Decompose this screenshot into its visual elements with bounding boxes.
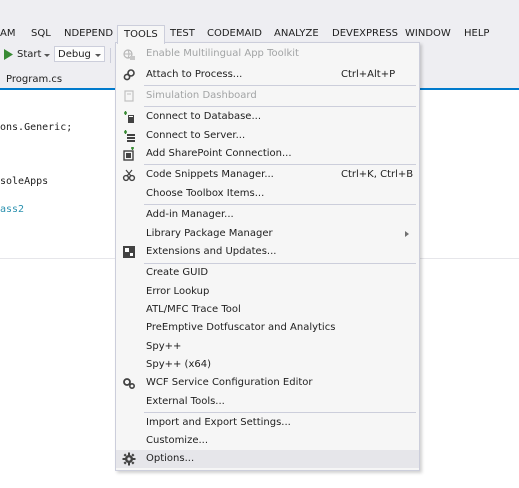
menu-item-dotfuscator[interactable]: PreEmptive Dotfuscator and Analytics — [116, 319, 419, 337]
menu-help[interactable]: HELP — [464, 27, 489, 42]
menu-bar: AM SQL NDEPEND TOOLS TEST CODEMAID ANALY… — [0, 0, 519, 44]
menu-item-label: Spy++ — [146, 341, 182, 352]
menu-item-atl-mfc-trace[interactable]: ATL/MFC Trace Tool — [116, 301, 419, 319]
solution-configuration-value: Debug — [58, 49, 91, 60]
menu-item-label: Code Snippets Manager... — [146, 169, 274, 180]
tab-program-cs[interactable]: Program.cs — [0, 71, 68, 88]
server-plug-icon — [122, 129, 136, 143]
menu-item-label: External Tools... — [146, 396, 225, 407]
menu-separator — [144, 164, 416, 165]
menu-analyze[interactable]: ANALYZE — [274, 27, 319, 42]
menu-item-connect-server[interactable]: Connect to Server... — [116, 127, 419, 145]
menu-item-wcf-config-editor[interactable]: WCF Service Configuration Editor — [116, 374, 419, 392]
menu-item-label: Attach to Process... — [146, 69, 243, 80]
menu-window[interactable]: WINDOW — [405, 27, 451, 42]
menu-item-addin-manager[interactable]: Add-in Manager... — [116, 206, 419, 224]
menu-test[interactable]: TEST — [170, 27, 195, 42]
menu-separator — [144, 412, 416, 413]
toolbar-divider — [110, 48, 111, 63]
code-line: soleApps — [0, 176, 49, 187]
menu-sql[interactable]: SQL — [31, 27, 51, 42]
solution-configuration-select[interactable]: Debug — [54, 46, 105, 62]
database-plug-icon — [122, 110, 136, 124]
menu-item-label: Connect to Database... — [146, 111, 261, 122]
tools-menu-dropdown: Enable Multilingual App Toolkit Attach t… — [115, 42, 420, 471]
menu-item-enable-multilingual: Enable Multilingual App Toolkit — [116, 45, 419, 63]
attach-gears-icon — [122, 68, 136, 82]
menu-item-external-tools[interactable]: External Tools... — [116, 393, 419, 411]
start-play-icon[interactable] — [4, 49, 13, 63]
code-line: ons.Generic; — [0, 122, 73, 133]
menu-separator — [144, 204, 416, 205]
submenu-arrow-icon — [405, 231, 409, 237]
menu-codemaid[interactable]: CODEMAID — [207, 27, 262, 42]
menu-item-code-snippets[interactable]: Code Snippets Manager... Ctrl+K, Ctrl+B — [116, 166, 419, 184]
menu-item-label: Library Package Manager — [146, 228, 273, 239]
menu-item-connect-database[interactable]: Connect to Database... — [116, 108, 419, 126]
menu-item-label: PreEmptive Dotfuscator and Analytics — [146, 322, 336, 333]
menu-item-label: Choose Toolbox Items... — [146, 188, 265, 199]
menu-item-extensions-updates[interactable]: Extensions and Updates... — [116, 243, 419, 261]
menu-item-simulation-dashboard: Simulation Dashboard — [116, 87, 419, 105]
menu-item-library-package-manager[interactable]: Library Package Manager — [116, 225, 419, 243]
menu-item-label: Options... — [146, 453, 195, 464]
menu-item-label: Connect to Server... — [146, 130, 246, 141]
menu-item-add-sharepoint[interactable]: Add SharePoint Connection... — [116, 145, 419, 163]
sharepoint-icon — [122, 147, 136, 161]
menu-analyze-partial[interactable]: AM — [0, 27, 15, 42]
menu-item-label: Add SharePoint Connection... — [146, 148, 292, 159]
start-button[interactable]: Start — [17, 49, 41, 60]
menu-item-import-export-settings[interactable]: Import and Export Settings... — [116, 414, 419, 432]
wcf-gears-icon — [122, 376, 136, 390]
code-line-class: ass2 — [0, 204, 25, 215]
dashboard-icon — [122, 89, 136, 103]
menu-item-label: Simulation Dashboard — [146, 90, 257, 101]
start-dropdown-icon[interactable] — [44, 54, 50, 57]
menu-item-shortcut: Ctrl+Alt+P — [341, 69, 396, 80]
menu-item-attach-to-process[interactable]: Attach to Process... Ctrl+Alt+P — [116, 66, 419, 84]
menu-item-options[interactable]: Options... — [116, 450, 419, 468]
menu-item-label: Spy++ (x64) — [146, 359, 211, 370]
menu-item-spy-x64[interactable]: Spy++ (x64) — [116, 356, 419, 374]
menu-item-label: Customize... — [146, 435, 209, 446]
menu-ndepend[interactable]: NDEPEND — [64, 27, 113, 42]
options-gear-icon — [122, 452, 136, 466]
menu-item-spy[interactable]: Spy++ — [116, 338, 419, 356]
menu-item-label: Error Lookup — [146, 286, 210, 297]
menu-item-label: Import and Export Settings... — [146, 417, 291, 428]
menu-item-error-lookup[interactable]: Error Lookup — [116, 283, 419, 301]
menu-item-label: WCF Service Configuration Editor — [146, 377, 313, 388]
menu-item-label: ATL/MFC Trace Tool — [146, 304, 241, 315]
extensions-icon — [122, 245, 136, 259]
snippets-icon — [122, 168, 136, 182]
menu-item-choose-toolbox[interactable]: Choose Toolbox Items... — [116, 185, 419, 203]
menu-item-label: Extensions and Updates... — [146, 246, 277, 257]
menu-devexpress[interactable]: DEVEXPRESS — [332, 27, 398, 42]
menu-item-label: Add-in Manager... — [146, 209, 234, 220]
menu-item-label: Enable Multilingual App Toolkit — [146, 48, 299, 59]
menu-item-shortcut: Ctrl+K, Ctrl+B — [341, 169, 414, 180]
globe-icon — [122, 47, 136, 61]
menu-item-label: Create GUID — [146, 267, 209, 278]
menu-item-create-guid[interactable]: Create GUID — [116, 264, 419, 282]
menu-tools[interactable]: TOOLS — [117, 25, 165, 44]
menu-separator — [144, 85, 416, 86]
menu-separator — [144, 106, 416, 107]
menu-item-customize[interactable]: Customize... — [116, 432, 419, 450]
chevron-down-icon — [95, 54, 101, 57]
